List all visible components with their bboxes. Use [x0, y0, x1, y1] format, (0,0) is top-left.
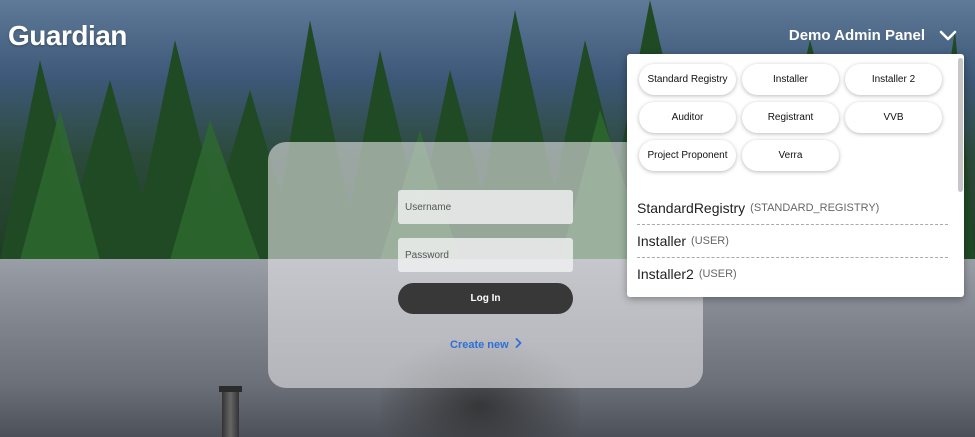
password-input[interactable]	[398, 238, 573, 272]
panel-scrollbar[interactable]	[958, 58, 963, 192]
app-logo: Guardian	[8, 20, 127, 51]
demo-admin-panel-toggle[interactable]: Demo Admin Panel	[789, 27, 957, 44]
user-role: (USER)	[691, 235, 729, 247]
user-role: (USER)	[698, 268, 737, 280]
role-vvb-button[interactable]: VVB	[845, 102, 942, 133]
demo-admin-panel: Standard Registry Installer Installer 2 …	[627, 54, 964, 297]
user-role: (STANDARD_REGISTRY)	[750, 202, 880, 214]
user-list: StandardRegistry (STANDARD_REGISTRY) Ins…	[637, 192, 948, 290]
user-name: Installer2	[637, 266, 694, 282]
demo-admin-panel-label: Demo Admin Panel	[788, 27, 925, 44]
user-name: StandardRegistry	[637, 200, 746, 216]
create-new-label: Create new	[450, 338, 509, 351]
role-registrant-button[interactable]: Registrant	[742, 102, 839, 133]
chevron-down-icon	[939, 30, 957, 42]
username-input[interactable]	[398, 190, 573, 224]
user-list-item[interactable]: Installer2 (USER)	[637, 258, 948, 290]
create-new-link[interactable]: Create new	[450, 338, 522, 351]
user-list-item[interactable]: Installer (USER)	[637, 225, 948, 258]
login-button[interactable]: Log In	[398, 283, 573, 314]
role-installer-button[interactable]: Installer	[742, 64, 839, 95]
role-project-proponent-button[interactable]: Project Proponent	[639, 140, 736, 171]
chevron-right-icon	[515, 338, 522, 351]
role-installer-2-button[interactable]: Installer 2	[845, 64, 942, 95]
role-verra-button[interactable]: Verra	[742, 140, 839, 171]
user-list-item[interactable]: StandardRegistry (STANDARD_REGISTRY)	[637, 192, 948, 225]
role-standard-registry-button[interactable]: Standard Registry	[639, 64, 736, 95]
role-auditor-button[interactable]: Auditor	[639, 102, 736, 133]
user-name: Installer	[637, 233, 687, 249]
factory-chimney	[219, 386, 242, 437]
